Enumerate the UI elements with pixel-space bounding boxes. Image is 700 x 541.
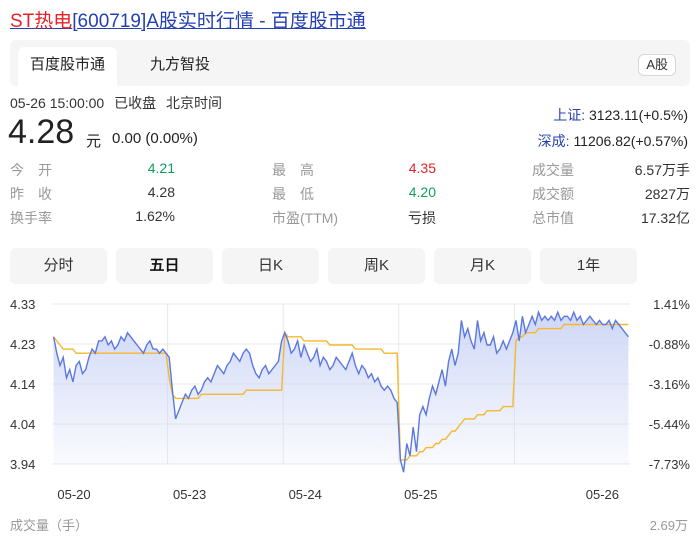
source-tabs-bar: 百度股市通 九方智投 A股 [10, 40, 690, 86]
y-tick-left: 4.23 [10, 337, 35, 352]
stat-value: 2827万 [644, 186, 690, 202]
period-1year-button[interactable]: 1年 [540, 248, 637, 284]
stat-label: 成交量 [532, 162, 574, 178]
stats-row: 换手率 1.62% 市盈(TTM) 亏损 总市值 17.32亿 [10, 208, 690, 232]
stat-label: 昨 收 [10, 186, 52, 202]
market-state: 已收盘 [114, 95, 157, 111]
y-tick-left: 4.33 [10, 297, 35, 312]
stats-row: 今 开 4.21 最 高 4.35 成交量 6.57万手 [10, 160, 690, 184]
stat-value: 4.21 [147, 160, 175, 176]
stat-value: 4.35 [408, 160, 436, 176]
stat-value: 17.32亿 [640, 210, 690, 226]
stat-value: 亏损 [408, 210, 436, 226]
stat-label: 总市值 [532, 210, 574, 226]
stat-label: 换手率 [10, 210, 52, 226]
price-area [53, 312, 629, 473]
y-tick-right: -3.16% [649, 377, 691, 392]
stat-label: 市盈(TTM) [272, 210, 339, 226]
index-shenzhen[interactable]: 深成: 11206.82(+0.57%) [538, 131, 688, 151]
stat-value: 6.57万手 [634, 162, 690, 178]
period-intraday-button[interactable]: 分时 [10, 248, 107, 284]
timezone-label: 北京时间 [165, 95, 222, 111]
period-weekly-k-button[interactable]: 周K [328, 248, 425, 284]
y-tick-left: 4.04 [10, 417, 35, 432]
quote-status: 05-26 15:00:00 已收盘 北京时间 [10, 93, 228, 113]
index-shenzhen-value: 11206.82(+0.57%) [573, 133, 688, 149]
x-tick-label: 05-26 [586, 487, 619, 502]
index-shanghai-name[interactable]: 上证: [553, 107, 585, 123]
market-badge: A股 [638, 54, 676, 76]
stat-label: 最 高 [272, 162, 314, 178]
stat-value: 4.28 [147, 184, 175, 200]
y-tick-left: 4.14 [10, 377, 35, 392]
y-axis-left: 4.33 4.23 4.14 4.04 3.94 [10, 297, 35, 472]
five-day-chart[interactable]: 4.33 4.23 4.14 4.04 3.94 1.41% -0.88% -3.16% -5… [0, 290, 700, 510]
stat-label: 今 开 [10, 162, 52, 178]
stat-value: 4.20 [408, 184, 436, 200]
x-tick-label: 05-25 [404, 487, 437, 502]
index-shanghai[interactable]: 上证: 3123.11(+0.5%) [553, 105, 688, 125]
stat-label: 最 低 [272, 186, 314, 202]
quote-datetime: 05-26 15:00:00 [10, 95, 105, 111]
period-daily-k-button[interactable]: 日K [222, 248, 319, 284]
tab-baidu-stock[interactable]: 百度股市通 [18, 47, 118, 86]
stock-name[interactable]: ST热电 [10, 11, 72, 32]
tab-jiufang[interactable]: 九方智投 [138, 47, 222, 86]
period-5day-button[interactable]: 五日 [116, 248, 213, 284]
page-title[interactable]: ST热电[600719]A股实时行情 - 百度股市通 [10, 6, 366, 33]
y-tick-right: -0.88% [649, 337, 691, 352]
index-shanghai-value: 3123.11(+0.5%) [589, 107, 688, 123]
y-axis-right: 1.41% -0.88% -3.16% -5.44% -7.73% [649, 297, 691, 472]
x-tick-label: 05-23 [173, 487, 206, 502]
stats-row: 昨 收 4.28 最 低 4.20 成交额 2827万 [10, 184, 690, 208]
volume-label: 成交量（手） [10, 518, 89, 533]
x-tick-label: 05-20 [57, 487, 90, 502]
x-axis: 05-20 05-23 05-24 05-25 05-26 [57, 487, 619, 502]
price-change: 0.00 (0.00%) [112, 130, 198, 147]
stat-label: 成交额 [532, 186, 574, 202]
x-tick-label: 05-24 [289, 487, 322, 502]
index-shenzhen-name[interactable]: 深成: [538, 133, 570, 149]
period-selector: 分时 五日 日K 周K 月K 1年 [10, 248, 690, 284]
price-area-fill [53, 312, 629, 473]
stat-value: 1.62% [135, 208, 175, 224]
title-rest[interactable]: [600719]A股实时行情 - 百度股市通 [72, 11, 366, 32]
price-unit: 元 [86, 133, 102, 150]
volume-max: 2.69万 [649, 518, 688, 533]
y-tick-right: 1.41% [653, 297, 690, 312]
current-price: 4.28 [8, 113, 75, 151]
y-tick-right: -5.44% [649, 417, 691, 432]
y-tick-right: -7.73% [649, 457, 691, 472]
period-monthly-k-button[interactable]: 月K [434, 248, 531, 284]
y-tick-left: 3.94 [10, 457, 35, 472]
